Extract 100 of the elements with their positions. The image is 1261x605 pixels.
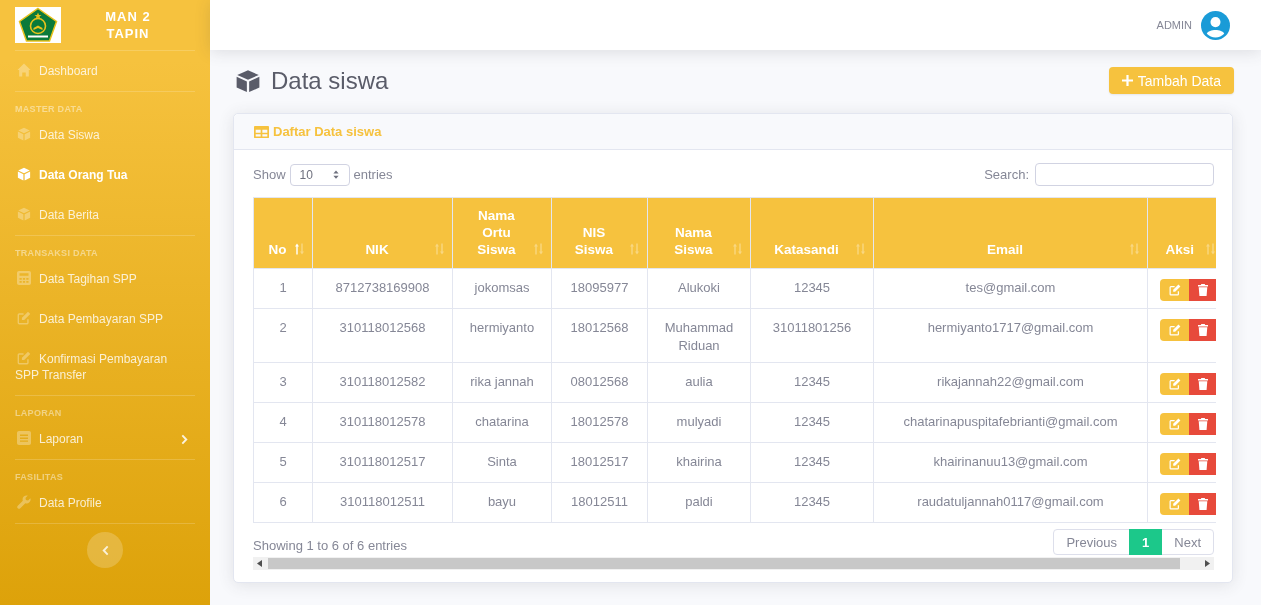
edit-icon (1168, 498, 1181, 510)
table-cell: 12345 (750, 362, 874, 403)
sidebar-heading: MASTER DATA (14, 103, 84, 115)
sidebar-toggle-button[interactable] (87, 532, 123, 568)
sidebar-link[interactable]: Data Berita (0, 195, 210, 235)
plus-icon (1121, 75, 1133, 86)
edit-icon (1168, 284, 1181, 296)
delete-button[interactable] (1189, 373, 1216, 395)
edit-button[interactable] (1160, 413, 1189, 435)
table-cell: khairinanuu13@gmail.com (873, 442, 1148, 483)
edit-button[interactable] (1160, 373, 1189, 395)
wrench-icon (17, 495, 31, 509)
column-header[interactable]: No (253, 197, 313, 269)
column-header[interactable]: Nama Ortu Siswa (452, 197, 552, 269)
table-cell: 310118012578 (312, 402, 453, 443)
table-cell: tes@gmail.com (873, 268, 1148, 309)
sidebar-heading: FASILITAS (14, 471, 65, 483)
entries-select[interactable]: 10 (289, 163, 350, 186)
table-cell: aulia (647, 362, 751, 403)
table-cell: jokomsas (452, 268, 552, 309)
table-cell: mulyadi (647, 402, 751, 443)
table-cell: chatarinapuspitafebrianti@gmail.com (873, 402, 1148, 443)
trash-icon (1197, 284, 1208, 296)
column-header[interactable]: Nama Siswa (647, 197, 751, 269)
sidebar-link[interactable]: Konfirmasi Pembayaran SPP Transfer (0, 339, 210, 395)
cube-icon (17, 167, 31, 181)
edit-icon (1168, 418, 1181, 430)
sidebar-link[interactable]: Data Profile (0, 483, 210, 523)
emblem-logo[interactable] (15, 7, 61, 43)
edit-icon (1168, 324, 1181, 336)
edit-icon (17, 311, 31, 325)
sidebar-link[interactable]: Data Orang Tua (0, 155, 210, 195)
add-data-button[interactable]: Tambah Data (1108, 67, 1234, 94)
edit-button[interactable] (1160, 279, 1189, 301)
table-cell: khairina (647, 442, 751, 483)
table-cell: 18012517 (551, 442, 648, 483)
table-cell: 310118012582 (312, 362, 453, 403)
delete-button[interactable] (1189, 493, 1216, 515)
trash-icon (1197, 498, 1208, 510)
column-header[interactable]: NIK (312, 197, 453, 269)
show-label: Show (253, 167, 286, 182)
calculator-icon (17, 271, 31, 285)
sidebar-link[interactable]: Laporan (0, 419, 210, 459)
column-header[interactable]: Email (873, 197, 1148, 269)
page-title: Data siswa (271, 66, 389, 95)
trash-icon (1197, 418, 1208, 430)
column-header[interactable]: NIS Siswa (551, 197, 648, 269)
table-cell: 18095977 (551, 268, 648, 309)
updown-caret-icon (332, 170, 339, 179)
sidebar-link[interactable]: Dashboard (0, 51, 210, 91)
entries-label: entries (353, 167, 393, 182)
sidebar-link[interactable]: Data Pembayaran SPP (0, 299, 210, 339)
home-icon (17, 63, 31, 77)
table-cell: 8712738169908 (312, 268, 453, 309)
entries-info: Showing 1 to 6 of 6 entries (253, 537, 407, 555)
scrollbar-thumb[interactable] (268, 558, 1180, 569)
delete-button[interactable] (1189, 453, 1216, 475)
table-cell: 18012578 (551, 402, 648, 443)
card-title: Daftar Data siswa (273, 125, 382, 139)
table-cell: 2 (253, 308, 313, 363)
table-cell: 4 (253, 402, 313, 443)
table-cell: 1 (253, 268, 313, 309)
table-cell: 18012568 (551, 308, 648, 363)
pagination-button[interactable]: 1 (1129, 529, 1163, 555)
user-menu[interactable]: ADMIN (1156, 10, 1230, 40)
table-icon (254, 126, 269, 138)
column-header[interactable]: Katasandi (750, 197, 874, 269)
sidebar-heading: LAPORAN (14, 407, 63, 419)
scroll-right-icon[interactable] (1205, 560, 1210, 567)
edit-icon (17, 351, 31, 365)
sidebar-link[interactable]: Data Siswa (0, 115, 210, 155)
delete-button[interactable] (1189, 279, 1216, 301)
trash-icon (1197, 458, 1208, 470)
edit-button[interactable] (1160, 453, 1189, 475)
edit-button[interactable] (1160, 493, 1189, 515)
table-cell: 310118012568 (312, 308, 453, 363)
table-cell: 310118012511 (312, 482, 453, 523)
document-icon (17, 431, 31, 445)
scroll-left-icon[interactable] (257, 560, 262, 567)
search-field[interactable] (1035, 163, 1214, 186)
delete-button[interactable] (1189, 413, 1216, 435)
horizontal-scrollbar[interactable] (253, 557, 1214, 570)
table-cell: 08012568 (551, 362, 648, 403)
table-cell: Sinta (452, 442, 552, 483)
table-cell: 6 (253, 482, 313, 523)
search-label: Search: (984, 167, 1029, 182)
table-cell: Alukoki (647, 268, 751, 309)
table-cell: 12345 (750, 402, 874, 443)
delete-button[interactable] (1189, 319, 1216, 341)
table-cell: hermiyanto1717@gmail.com (873, 308, 1148, 363)
table-cell: 12345 (750, 268, 874, 309)
sidebar-link[interactable]: Data Tagihan SPP (0, 259, 210, 299)
sidebar-heading: TRANSAKSI DATA (14, 247, 99, 259)
chevron-left-icon (101, 544, 109, 556)
table-cell: 5 (253, 442, 313, 483)
table-cell: 310118012517 (312, 442, 453, 483)
edit-button[interactable] (1160, 319, 1189, 341)
edit-icon (1168, 458, 1181, 470)
cube-icon (17, 207, 31, 221)
column-header[interactable]: Aksi (1147, 197, 1216, 269)
